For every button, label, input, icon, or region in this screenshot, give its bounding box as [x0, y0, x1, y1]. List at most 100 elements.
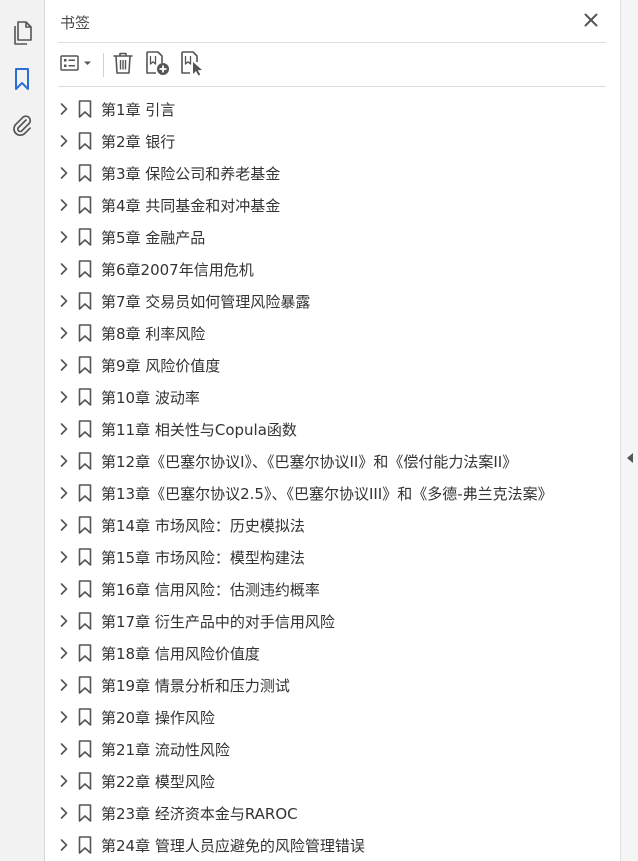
bookmark-label[interactable]: 第10章 波动率 [101, 387, 200, 408]
bookmark-label[interactable]: 第11章 相关性与Copula函数 [101, 419, 297, 440]
bookmark-label[interactable]: 第15章 市场风险：模型构建法 [101, 547, 305, 568]
bookmark-item[interactable]: 第22章 模型风险 [46, 765, 606, 797]
expand-chevron-icon[interactable] [58, 614, 70, 628]
bookmark-label[interactable]: 第7章 交易员如何管理风险暴露 [101, 291, 310, 312]
find-current-bookmark-button[interactable] [179, 50, 207, 80]
bookmark-item[interactable]: 第24章 管理人员应避免的风险管理错误 [46, 829, 606, 861]
bookmark-label[interactable]: 第16章 信用风险：估测违约概率 [101, 579, 320, 600]
bookmark-label[interactable]: 第14章 市场风险：历史模拟法 [101, 515, 305, 536]
bookmark-icon [78, 484, 92, 502]
delete-bookmark-button[interactable] [110, 50, 136, 80]
bookmark-item[interactable]: 第1章 引言 [46, 93, 606, 125]
pages-icon [11, 21, 33, 49]
bookmark-label[interactable]: 第17章 衍生产品中的对手信用风险 [101, 611, 335, 632]
expand-chevron-icon[interactable] [58, 710, 70, 724]
expand-chevron-icon[interactable] [58, 550, 70, 564]
bookmark-item[interactable]: 第6章2007年信用危机 [46, 253, 606, 285]
expand-chevron-icon[interactable] [58, 230, 70, 244]
bookmark-item[interactable]: 第3章 保险公司和养老基金 [46, 157, 606, 189]
bookmark-item[interactable]: 第2章 银行 [46, 125, 606, 157]
bookmark-label[interactable]: 第3章 保险公司和养老基金 [101, 163, 280, 184]
bookmark-item[interactable]: 第8章 利率风险 [46, 317, 606, 349]
bookmark-item[interactable]: 第13章《巴塞尔协议2.5》、《巴塞尔协议III》和《多德-弗兰克法案》 [46, 477, 606, 509]
bookmarks-button[interactable] [9, 68, 35, 94]
close-panel-button[interactable] [581, 11, 601, 31]
expand-chevron-icon[interactable] [58, 486, 70, 500]
bookmarks-toolbar [58, 48, 606, 82]
bookmark-icon [78, 580, 92, 598]
bookmark-label[interactable]: 第8章 利率风险 [101, 323, 205, 344]
expand-chevron-icon[interactable] [58, 422, 70, 436]
expand-chevron-icon[interactable] [58, 678, 70, 692]
bookmark-label[interactable]: 第19章 情景分析和压力测试 [101, 675, 290, 696]
bookmark-icon [13, 67, 31, 95]
bookmark-label[interactable]: 第6章2007年信用危机 [101, 259, 254, 280]
bookmark-item[interactable]: 第11章 相关性与Copula函数 [46, 413, 606, 445]
bookmark-label[interactable]: 第13章《巴塞尔协议2.5》、《巴塞尔协议III》和《多德-弗兰克法案》 [101, 483, 553, 504]
bookmark-item[interactable]: 第19章 情景分析和压力测试 [46, 669, 606, 701]
collapse-arrow-icon[interactable] [625, 452, 635, 464]
bookmark-item[interactable]: 第18章 信用风险价值度 [46, 637, 606, 669]
close-icon [584, 12, 598, 31]
expand-chevron-icon[interactable] [58, 102, 70, 116]
bookmark-item[interactable]: 第4章 共同基金和对冲基金 [46, 189, 606, 221]
navigation-rail [0, 0, 45, 861]
bookmark-item[interactable]: 第12章《巴塞尔协议I》、《巴塞尔协议II》和《偿付能力法案II》 [46, 445, 606, 477]
expand-chevron-icon[interactable] [58, 838, 70, 852]
bookmark-label[interactable]: 第21章 流动性风险 [101, 739, 230, 760]
expand-chevron-icon[interactable] [58, 742, 70, 756]
panel-splitter[interactable] [620, 0, 638, 861]
bookmark-icon [78, 228, 92, 246]
find-bookmark-icon [180, 50, 206, 80]
attachments-button[interactable] [9, 114, 35, 140]
bookmark-label[interactable]: 第1章 引言 [101, 99, 175, 120]
bookmark-label[interactable]: 第2章 银行 [101, 131, 175, 152]
options-menu-button[interactable] [58, 50, 96, 80]
bookmark-label[interactable]: 第23章 经济资本金与RAROC [101, 803, 298, 824]
expand-chevron-icon[interactable] [58, 774, 70, 788]
expand-chevron-icon[interactable] [58, 294, 70, 308]
expand-chevron-icon[interactable] [58, 582, 70, 596]
toolbar-separator [103, 53, 104, 77]
bookmark-item[interactable]: 第21章 流动性风险 [46, 733, 606, 765]
expand-chevron-icon[interactable] [58, 454, 70, 468]
bookmark-icon [78, 836, 92, 854]
bookmark-label[interactable]: 第12章《巴塞尔协议I》、《巴塞尔协议II》和《偿付能力法案II》 [101, 451, 517, 472]
bookmark-item[interactable]: 第14章 市场风险：历史模拟法 [46, 509, 606, 541]
new-bookmark-button[interactable] [144, 50, 172, 80]
expand-chevron-icon[interactable] [58, 166, 70, 180]
expand-chevron-icon[interactable] [58, 358, 70, 372]
bookmark-item[interactable]: 第7章 交易员如何管理风险暴露 [46, 285, 606, 317]
bookmark-item[interactable]: 第15章 市场风险：模型构建法 [46, 541, 606, 573]
bookmark-icon [78, 548, 92, 566]
bookmark-item[interactable]: 第23章 经济资本金与RAROC [46, 797, 606, 829]
bookmark-item[interactable]: 第5章 金融产品 [46, 221, 606, 253]
bookmark-item[interactable]: 第16章 信用风险：估测违约概率 [46, 573, 606, 605]
bookmark-label[interactable]: 第9章 风险价值度 [101, 355, 220, 376]
expand-chevron-icon[interactable] [58, 134, 70, 148]
expand-chevron-icon[interactable] [58, 646, 70, 660]
bookmark-item[interactable]: 第17章 衍生产品中的对手信用风险 [46, 605, 606, 637]
bookmark-label[interactable]: 第18章 信用风险价值度 [101, 643, 260, 664]
bookmarks-panel: 书签 第1章 引言 第2章 银行 第3章 保险公司和养老基金 第4章 共同基金和… [46, 0, 620, 861]
expand-chevron-icon[interactable] [58, 326, 70, 340]
bookmark-icon [78, 292, 92, 310]
bookmark-label[interactable]: 第24章 管理人员应避免的风险管理错误 [101, 835, 365, 856]
bookmark-label[interactable]: 第20章 操作风险 [101, 707, 215, 728]
page-thumbnails-button[interactable] [9, 21, 35, 49]
expand-chevron-icon[interactable] [58, 262, 70, 276]
bookmark-item[interactable]: 第20章 操作风险 [46, 701, 606, 733]
expand-chevron-icon[interactable] [58, 518, 70, 532]
expand-chevron-icon[interactable] [58, 390, 70, 404]
bookmark-item[interactable]: 第9章 风险价值度 [46, 349, 606, 381]
bookmark-icon [78, 804, 92, 822]
delete-icon [112, 51, 134, 79]
bookmark-label[interactable]: 第5章 金融产品 [101, 227, 205, 248]
bookmark-icon [78, 260, 92, 278]
bookmark-label[interactable]: 第4章 共同基金和对冲基金 [101, 195, 280, 216]
bookmark-label[interactable]: 第22章 模型风险 [101, 771, 215, 792]
expand-chevron-icon[interactable] [58, 198, 70, 212]
expand-chevron-icon[interactable] [58, 806, 70, 820]
bookmark-tree: 第1章 引言 第2章 银行第3章 保险公司和养老基金 第4章 共同基金和对冲基金 第5… [46, 93, 606, 861]
bookmark-item[interactable]: 第10章 波动率 [46, 381, 606, 413]
